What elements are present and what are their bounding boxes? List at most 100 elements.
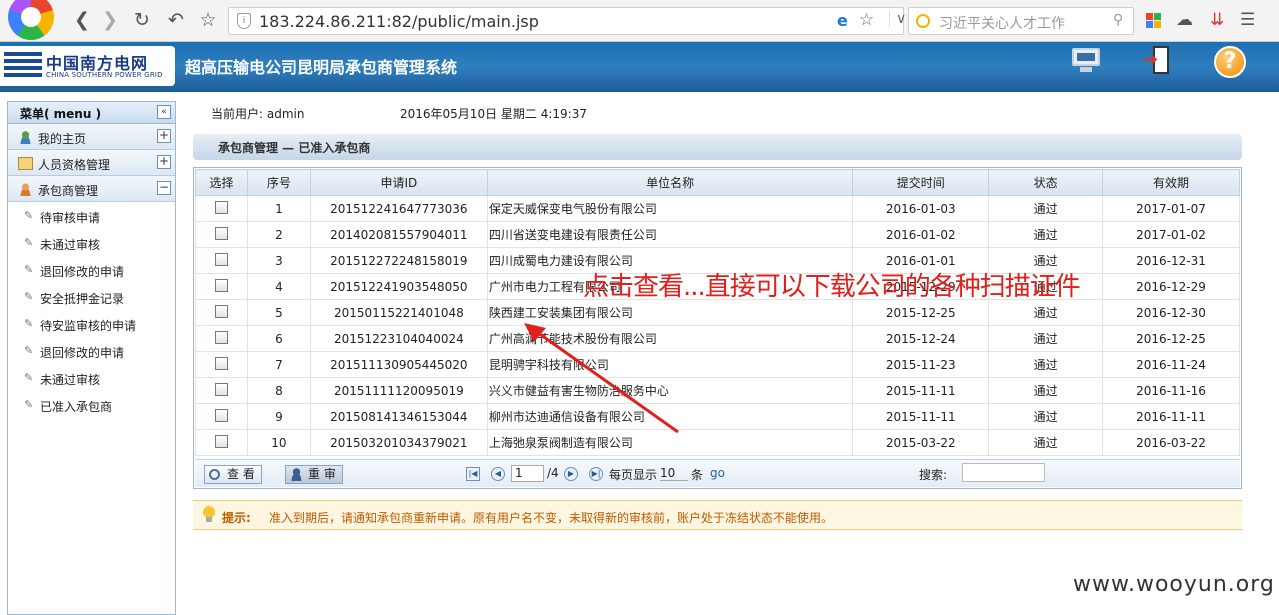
ie-mode-icon[interactable]: e <box>837 11 848 30</box>
tip-text: 准入到期后，请通知承包商重新申请。原有用户名不变，未取得新的审核前，账户处于冻结… <box>269 511 834 525</box>
browser-logo-icon[interactable] <box>8 0 54 40</box>
row-checkbox[interactable] <box>214 330 228 344</box>
forward-button[interactable]: ❯ <box>98 8 122 32</box>
sidebar-title: 菜单( menu ) <box>20 107 102 121</box>
go-link[interactable]: go <box>710 466 725 480</box>
next-page-icon[interactable]: ▶ <box>564 467 578 481</box>
monitor-icon[interactable] <box>1070 46 1102 76</box>
row-checkbox[interactable] <box>214 200 228 214</box>
browser-search-box[interactable]: 习近平关心人才工作 ⚲ <box>908 7 1134 35</box>
view-button[interactable]: 查 看 <box>204 465 262 484</box>
search-icon[interactable]: ⚲ <box>1113 12 1123 28</box>
sidebar-item-deposit[interactable]: ✎ 安全抵押金记录 <box>8 283 175 310</box>
sidebar-item-rejected[interactable]: ✎ 未通过审核 <box>8 229 175 256</box>
application-id: 201402081557904011 <box>309 221 488 248</box>
sidebar-header: 菜单( menu ) « <box>8 102 175 124</box>
application-id: 201512241647773036 <box>309 195 488 222</box>
expand-icon[interactable]: + <box>157 155 171 169</box>
status-bar: 当前用户: admin 2016年05月10日 星期二 4:19:37 <box>193 101 1273 123</box>
system-title: 超高压输电公司昆明局承包商管理系统 <box>185 58 458 77</box>
address-dropdown-icon[interactable]: ∨ <box>889 11 906 27</box>
collapse-icon[interactable]: − <box>157 181 171 195</box>
row-number: 3 <box>246 247 311 274</box>
undo-close-tab-button[interactable]: ↶ <box>164 8 188 32</box>
search-suggestion[interactable]: 习近平关心人才工作 <box>939 13 1065 33</box>
per-page-unit: 条 <box>691 468 704 482</box>
row-checkbox[interactable] <box>214 356 228 370</box>
table-row[interactable]: 1 201512241647773036 保定天威保变电气股份有限公司 2016-01… <box>195 195 1240 222</box>
contractor-table-panel: 选择 序号 申请ID 单位名称 提交时间 状态 有效期 1 20151224164… <box>193 167 1242 489</box>
column-header: 序号 <box>246 169 311 196</box>
bookmark-star-icon[interactable]: ☆ <box>859 10 874 30</box>
reload-button[interactable]: ↻ <box>130 8 154 32</box>
grid-logo-icon <box>4 52 42 80</box>
annotation-text: 点击查看...直接可以下载公司的各种扫描证件 <box>583 272 1081 302</box>
table-row[interactable]: 9 201508141346153044 柳州市达迪通信设备有限公司 2015-11-… <box>195 403 1240 430</box>
row-checkbox[interactable] <box>214 434 228 448</box>
submitted-date: 2015-03-22 <box>852 429 990 456</box>
sidebar-section-contractor[interactable]: 承包商管理 − <box>8 176 175 202</box>
sidebar-section-label: 我的主页 <box>38 132 87 146</box>
row-checkbox[interactable] <box>214 408 228 422</box>
row-checkbox[interactable] <box>214 278 228 292</box>
column-header: 单位名称 <box>486 169 854 196</box>
select-cell <box>195 273 248 300</box>
column-header: 有效期 <box>1102 169 1240 196</box>
re-review-button[interactable]: 重 审 <box>285 465 343 484</box>
search-input[interactable] <box>962 463 1045 482</box>
sidebar-item-pending-review[interactable]: ✎ 待审核申请 <box>8 202 175 229</box>
apps-grid-icon[interactable] <box>1146 9 1161 28</box>
sidebar-item-safety-review[interactable]: ✎ 待安监审核的申请 <box>8 310 175 337</box>
row-checkbox[interactable] <box>214 252 228 266</box>
sidebar-item-label: 退回修改的申请 <box>40 265 125 279</box>
favorites-button[interactable]: ☆ <box>196 8 220 32</box>
submitted-date: 2015-11-11 <box>852 403 990 430</box>
sidebar-item-rejected-2[interactable]: ✎ 未通过审核 <box>8 364 175 391</box>
table-row[interactable]: 10 201503201034379021 上海弛泉泵阀制造有限公司 2015-03-… <box>195 429 1240 456</box>
last-page-icon[interactable]: ▶| <box>589 467 603 481</box>
sidebar-section-home[interactable]: 我的主页 + <box>8 124 175 150</box>
sidebar-item-approved-contractors[interactable]: ✎ 已准入承包商 <box>8 391 175 418</box>
table-row[interactable]: 2 201402081557904011 四川省送变电建设有限责任公司 2016-01… <box>195 221 1240 248</box>
sidebar-item-returned[interactable]: ✎ 退回修改的申请 <box>8 256 175 283</box>
edit-icon: ✎ <box>24 263 34 276</box>
table-row[interactable]: 7 201511130905445020 昆明骋宇科技有限公司 2015-11-23 通… <box>195 351 1240 378</box>
user-icon <box>18 183 33 196</box>
first-page-icon[interactable]: |◀ <box>466 467 480 481</box>
security-shield-icon: i <box>237 13 251 29</box>
row-checkbox[interactable] <box>214 382 228 396</box>
table-row[interactable]: 6 20151223104040024 广州高澜节能技术股份有限公司 2015-12-… <box>195 325 1240 352</box>
expand-icon[interactable]: + <box>157 129 171 143</box>
select-cell <box>195 221 248 248</box>
tip-bar: 提示: 准入到期后，请通知承包商重新申请。原有用户名不变，未取得新的审核前，账户… <box>193 500 1242 530</box>
sidebar-section-personnel[interactable]: 人员资格管理 + <box>8 150 175 176</box>
address-url[interactable]: 183.224.86.211:82/public/main.jsp <box>259 12 539 31</box>
column-header: 提交时间 <box>852 169 990 196</box>
logout-icon[interactable]: ➔ <box>1143 46 1175 76</box>
row-number: 6 <box>246 325 311 352</box>
menu-icon[interactable]: ☰ <box>1240 9 1255 31</box>
prev-page-icon[interactable]: ◀ <box>491 467 505 481</box>
select-cell <box>195 351 248 378</box>
table-row[interactable]: 5 20150115221401048 陕西建工安装集团有限公司 2015-12-25… <box>195 299 1240 326</box>
cloud-icon[interactable]: ☁ <box>1176 9 1193 31</box>
application-id: 201503201034379021 <box>309 429 488 456</box>
application-id: 20151111120095019 <box>309 377 488 404</box>
edit-icon: ✎ <box>24 398 34 411</box>
table-row[interactable]: 8 20151111120095019 兴义市健益有害生物防治服务中心 2015-11… <box>195 377 1240 404</box>
select-cell <box>195 377 248 404</box>
column-header: 申请ID <box>309 169 488 196</box>
address-bar[interactable]: i 183.224.86.211:82/public/main.jsp e ☆ … <box>228 7 906 35</box>
back-button[interactable]: ❮ <box>70 8 94 32</box>
watermark: www.wooyun.org <box>1073 572 1275 597</box>
page-number-input[interactable]: 1 <box>511 465 544 482</box>
sidebar-section-label: 人员资格管理 <box>38 158 111 172</box>
application-id: 201511130905445020 <box>309 351 488 378</box>
collapse-sidebar-button[interactable]: « <box>157 105 171 119</box>
download-icon[interactable]: ⇊ <box>1210 9 1224 31</box>
help-icon[interactable]: ? <box>1214 46 1246 78</box>
sidebar-item-returned-2[interactable]: ✎ 退回修改的申请 <box>8 337 175 364</box>
row-checkbox[interactable] <box>214 304 228 318</box>
per-page-input[interactable]: 10 <box>660 466 688 481</box>
row-checkbox[interactable] <box>214 226 228 240</box>
